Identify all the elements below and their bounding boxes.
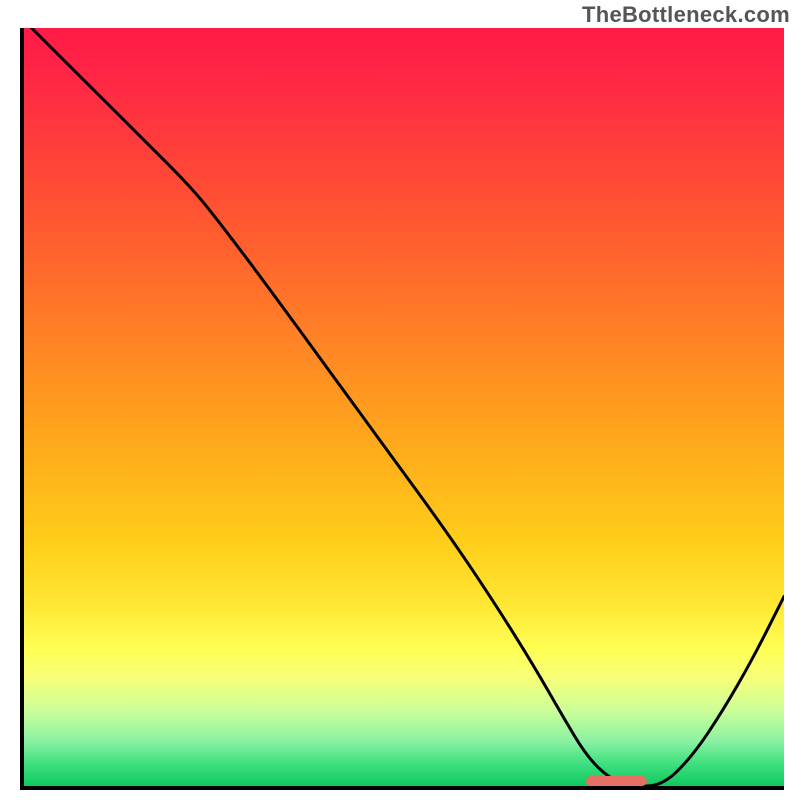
- plot-area: [20, 28, 784, 790]
- bottleneck-curve: [24, 28, 784, 786]
- chart-root: TheBottleneck.com: [0, 0, 800, 800]
- optimal-range-marker: [586, 776, 647, 786]
- watermark-label: TheBottleneck.com: [582, 2, 790, 28]
